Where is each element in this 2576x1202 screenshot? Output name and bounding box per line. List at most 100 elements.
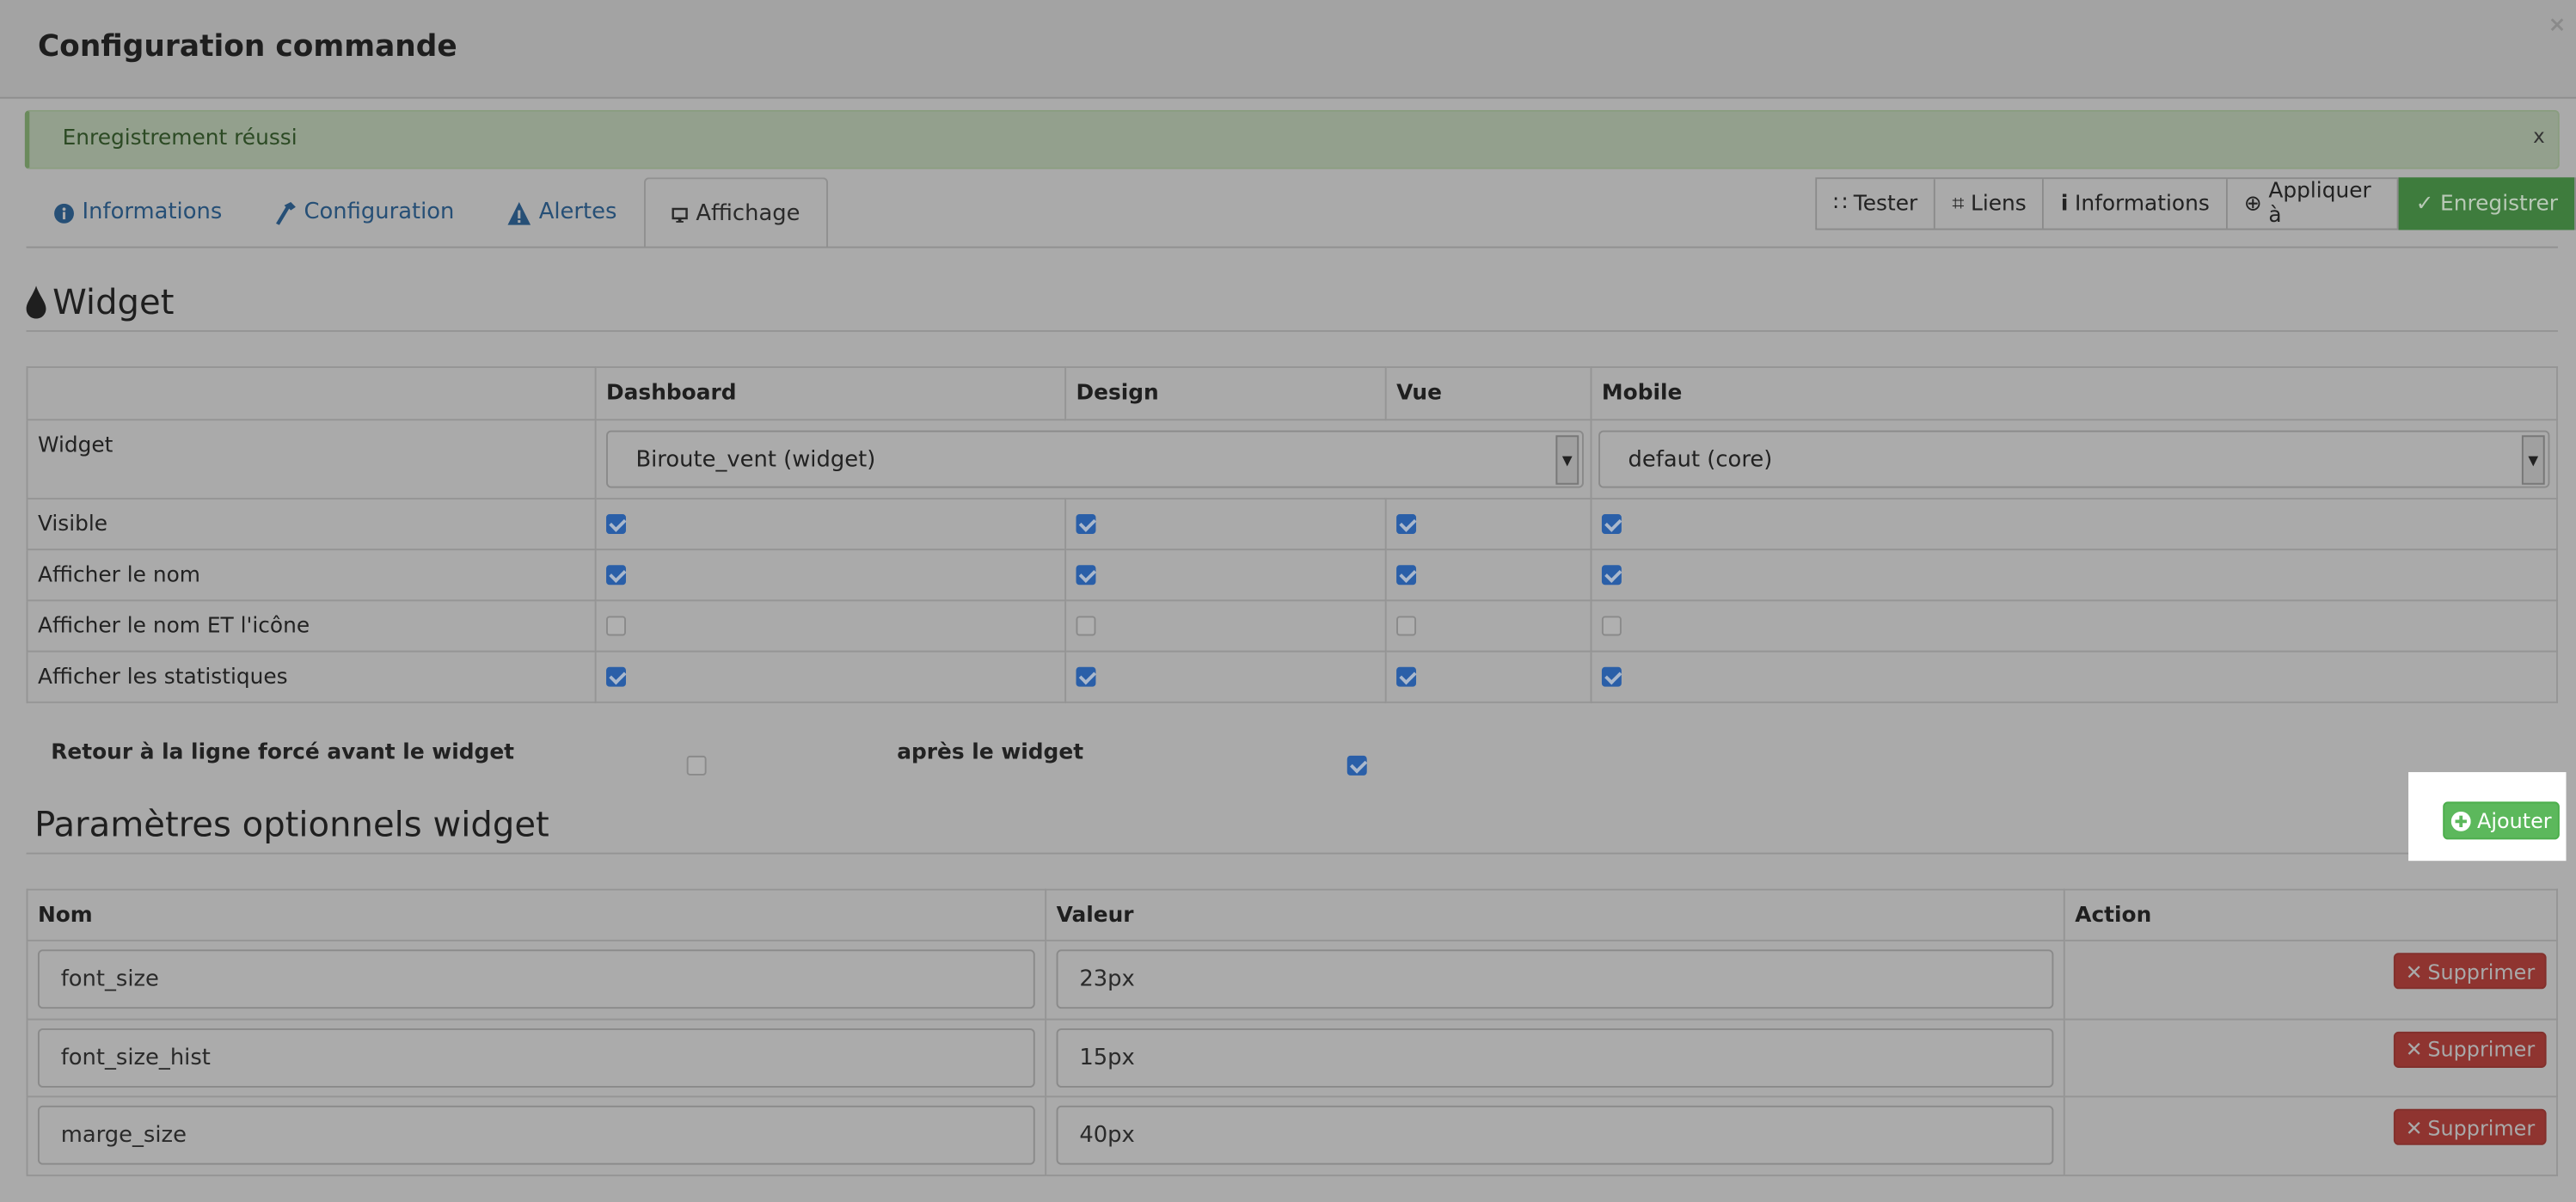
rss-icon: ∷ bbox=[1833, 191, 1848, 217]
warning-icon bbox=[507, 202, 531, 225]
heading-text: Widget bbox=[52, 282, 175, 322]
visibility-checkbox[interactable] bbox=[1076, 616, 1096, 636]
visibility-checkbox[interactable] bbox=[606, 616, 626, 636]
input-value: 23px bbox=[1079, 966, 1135, 993]
param-value-input[interactable]: 23px bbox=[1056, 949, 2054, 1009]
tint-icon bbox=[26, 285, 46, 319]
input-value: font_size bbox=[60, 966, 159, 993]
button-label: Tester bbox=[1853, 191, 1918, 217]
ajouter-button[interactable]: Ajouter bbox=[2443, 801, 2560, 840]
table-row: Widget Biroute_vent (widget) ▼ defaut (co… bbox=[26, 419, 2558, 500]
modal-close-button[interactable]: × bbox=[2548, 13, 2567, 38]
line-after-label: après le widget bbox=[897, 740, 1084, 766]
button-label: Liens bbox=[1971, 191, 2027, 217]
button-label: Supprimer bbox=[2427, 958, 2536, 984]
params-heading: Paramètres optionnels widget bbox=[34, 805, 549, 845]
tab-affichage[interactable]: Affichage bbox=[643, 177, 828, 248]
input-value: marge_size bbox=[60, 1122, 187, 1150]
param-value-input[interactable]: 15px bbox=[1056, 1027, 2054, 1088]
alert-close-button[interactable]: x bbox=[2533, 125, 2545, 148]
visibility-checkbox[interactable] bbox=[1396, 514, 1417, 534]
visibility-checkbox[interactable] bbox=[606, 666, 626, 687]
row-label: Afficher les statistiques bbox=[26, 650, 597, 703]
desktop-icon bbox=[672, 207, 688, 223]
param-name-input[interactable]: font_size bbox=[37, 949, 1035, 1009]
row-label: Widget bbox=[26, 419, 597, 500]
tab-divider bbox=[26, 246, 2558, 248]
tester-button[interactable]: ∷ Tester bbox=[1817, 179, 1936, 229]
table-row: Afficher le nom ET l'icône bbox=[26, 599, 2558, 653]
informations-button[interactable]: i Informations bbox=[2044, 179, 2228, 229]
info-circle-icon bbox=[54, 203, 74, 224]
param-name-input[interactable]: marge_size bbox=[37, 1106, 1035, 1166]
visibility-checkbox[interactable] bbox=[1396, 565, 1417, 586]
tab-informations[interactable]: Informations bbox=[28, 177, 248, 246]
check-circle-icon: ✓ bbox=[2415, 191, 2434, 217]
links-icon: ⌗ bbox=[1952, 191, 1965, 217]
supprimer-button[interactable]: ✕ Supprimer bbox=[2394, 953, 2547, 990]
table-row: marge_size 40px ✕ Supprimer bbox=[26, 1095, 2558, 1176]
tab-configuration[interactable]: Configuration bbox=[249, 177, 481, 246]
tab-label: Configuration bbox=[304, 199, 455, 225]
caret-down-icon: ▼ bbox=[1555, 435, 1579, 485]
caret-down-icon: ▼ bbox=[2521, 435, 2545, 485]
visibility-checkbox[interactable] bbox=[1076, 514, 1096, 534]
column-header-design: Design bbox=[1064, 366, 1387, 421]
line-before-checkbox[interactable] bbox=[686, 754, 707, 775]
column-header-vue: Vue bbox=[1384, 366, 1592, 421]
line-before-label: Retour à la ligne forcé avant le widget bbox=[51, 740, 515, 766]
visibility-checkbox[interactable] bbox=[1396, 616, 1417, 636]
visibility-checkbox[interactable] bbox=[606, 514, 626, 534]
tab-label: Alertes bbox=[538, 199, 617, 225]
liens-button[interactable]: ⌗ Liens bbox=[1935, 179, 2045, 229]
row-label: Visible bbox=[26, 497, 597, 551]
plus-circle-icon bbox=[2450, 810, 2471, 831]
widget-heading: Widget bbox=[26, 282, 175, 322]
dashboard-widget-select[interactable]: Biroute_vent (widget) ▼ bbox=[606, 430, 1584, 488]
times-icon: ✕ bbox=[2405, 1036, 2423, 1062]
select-value: defaut (core) bbox=[1628, 445, 1773, 473]
modal-title: Configuration commande bbox=[37, 29, 457, 64]
visibility-checkbox[interactable] bbox=[1601, 616, 1622, 636]
tab-alertes[interactable]: Alertes bbox=[481, 177, 643, 246]
select-value: Biroute_vent (widget) bbox=[635, 445, 876, 473]
info-icon: i bbox=[2060, 191, 2069, 217]
plus-circle-icon: ⊕ bbox=[2243, 191, 2262, 217]
heading-divider bbox=[26, 852, 2558, 855]
button-label: Enregistrer bbox=[2440, 191, 2558, 217]
table-row: font_size_hist 15px ✕ Supprimer bbox=[26, 1017, 2558, 1098]
row-label: Afficher le nom ET l'icône bbox=[26, 599, 597, 653]
table-row: Afficher les statistiques bbox=[26, 650, 2558, 703]
table-row: font_size 23px ✕ Supprimer bbox=[26, 939, 2558, 1020]
input-value: 15px bbox=[1079, 1044, 1135, 1071]
line-after-checkbox[interactable] bbox=[1347, 754, 1367, 775]
table-header-row: Dashboard Design Vue Mobile bbox=[26, 366, 2558, 421]
row-label: Afficher le nom bbox=[26, 549, 597, 602]
visibility-checkbox[interactable] bbox=[1396, 666, 1417, 687]
tab-label: Informations bbox=[82, 199, 223, 225]
column-header-dashboard: Dashboard bbox=[594, 366, 1067, 421]
button-label: Ajouter bbox=[2477, 808, 2552, 833]
visibility-checkbox[interactable] bbox=[1076, 565, 1096, 586]
column-header-action: Action bbox=[2063, 888, 2558, 941]
mobile-widget-select[interactable]: defaut (core) ▼ bbox=[1598, 430, 2550, 488]
visibility-checkbox[interactable] bbox=[1601, 666, 1622, 687]
table-row: Afficher le nom bbox=[26, 549, 2558, 602]
enregistrer-button[interactable]: ✓ Enregistrer bbox=[2399, 177, 2575, 230]
visibility-checkbox[interactable] bbox=[1601, 565, 1622, 586]
modal-header: Configuration commande × bbox=[0, 0, 2576, 99]
param-name-input[interactable]: font_size_hist bbox=[37, 1027, 1035, 1088]
appliquer-button[interactable]: ⊕ Appliquer à bbox=[2227, 179, 2400, 229]
wrench-icon bbox=[275, 202, 296, 225]
tab-label: Affichage bbox=[696, 200, 800, 227]
alert-text: Enregistrement réussi bbox=[62, 126, 297, 151]
visibility-checkbox[interactable] bbox=[1601, 514, 1622, 534]
param-value-input[interactable]: 40px bbox=[1056, 1106, 2054, 1166]
visibility-checkbox[interactable] bbox=[606, 565, 626, 586]
button-label: Supprimer bbox=[2427, 1114, 2536, 1140]
success-alert: Enregistrement réussi x bbox=[24, 110, 2560, 169]
supprimer-button[interactable]: ✕ Supprimer bbox=[2394, 1108, 2547, 1145]
supprimer-button[interactable]: ✕ Supprimer bbox=[2394, 1030, 2547, 1067]
widget-table: Dashboard Design Vue Mobile Widget Birou… bbox=[26, 366, 2558, 703]
visibility-checkbox[interactable] bbox=[1076, 666, 1096, 687]
